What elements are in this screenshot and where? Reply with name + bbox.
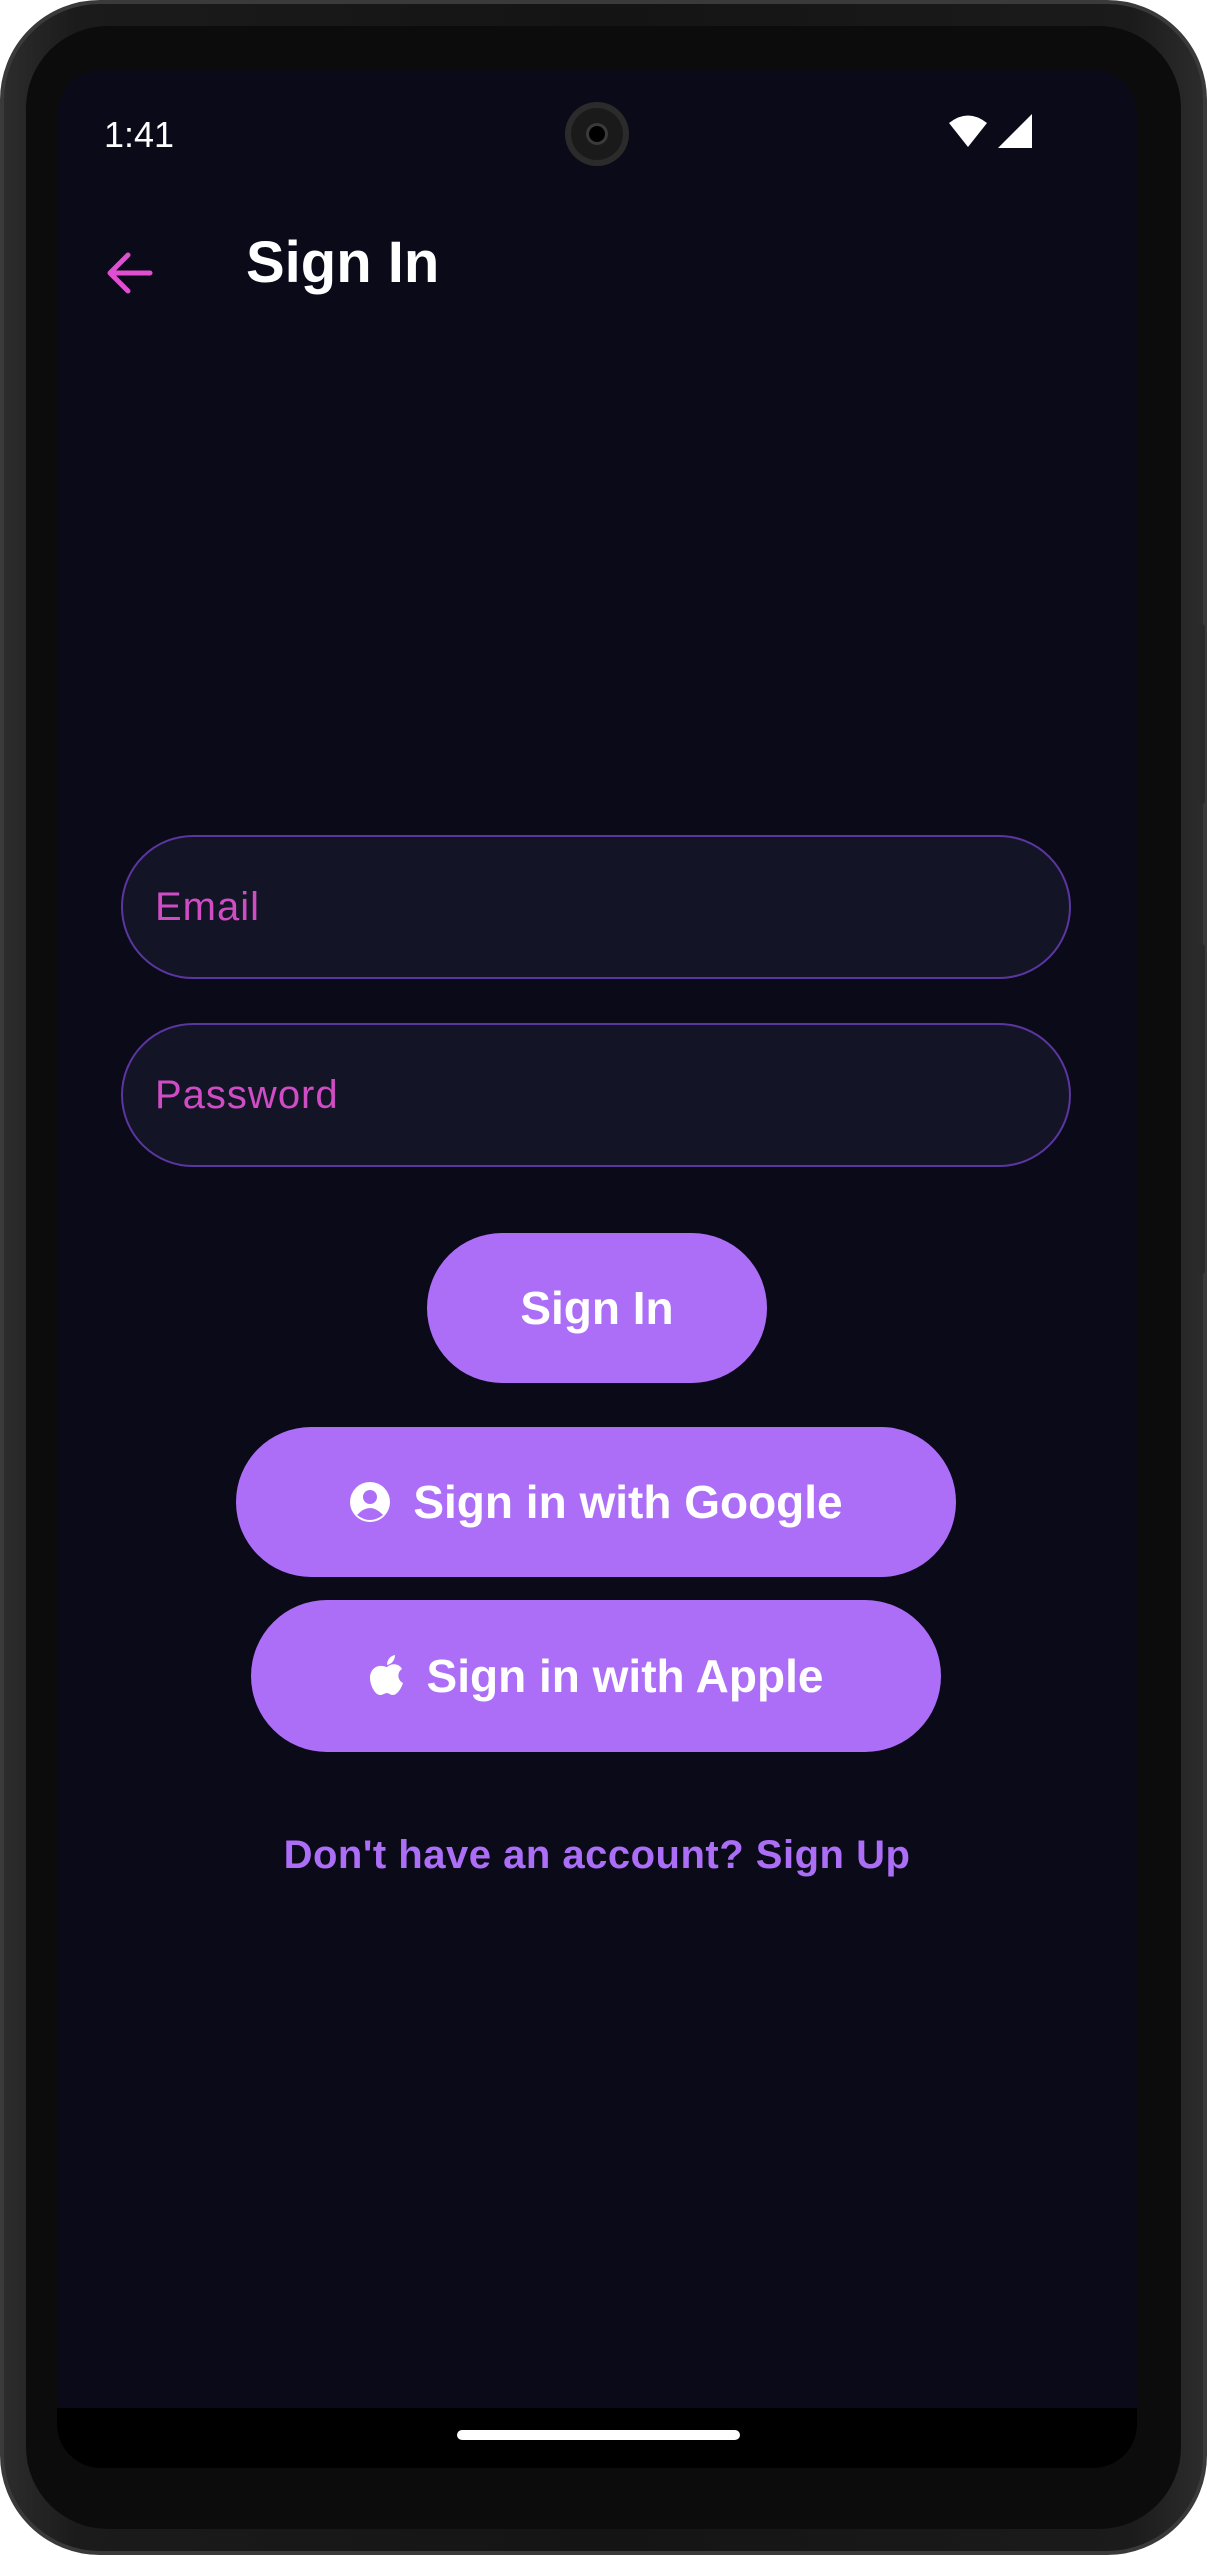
signal-icon xyxy=(998,113,1032,153)
account-circle-icon xyxy=(349,1481,391,1523)
back-button[interactable] xyxy=(94,240,164,310)
arrow-left-icon xyxy=(104,251,154,300)
google-sign-in-button[interactable]: Sign in with Google xyxy=(236,1427,956,1577)
sign-in-button-label: Sign In xyxy=(520,1282,674,1334)
apple-icon xyxy=(369,1655,405,1697)
wifi-icon xyxy=(948,114,988,153)
front-camera xyxy=(565,102,629,166)
password-field[interactable] xyxy=(123,1025,1069,1165)
sign-in-button[interactable]: Sign In xyxy=(427,1233,767,1383)
apple-sign-in-button[interactable]: Sign in with Apple xyxy=(251,1600,941,1752)
app-bar xyxy=(57,200,1137,350)
status-icons xyxy=(948,113,1032,153)
power-button xyxy=(1197,624,1205,804)
volume-button xyxy=(1197,944,1205,1274)
sign-up-link[interactable]: Don't have an account? Sign Up xyxy=(57,1833,1137,1878)
status-bar: 1:41 xyxy=(57,70,1137,200)
password-field-container xyxy=(121,1023,1071,1167)
navigation-bar xyxy=(57,2408,1137,2468)
google-sign-in-label: Sign in with Google xyxy=(413,1476,843,1528)
page-title: Sign In xyxy=(246,230,440,295)
home-indicator[interactable] xyxy=(457,2430,740,2440)
email-field[interactable] xyxy=(123,837,1069,977)
app-screen: 1:41 Sign In Email Sign In Sign in with … xyxy=(57,70,1137,2468)
apple-sign-in-label: Sign in with Apple xyxy=(426,1650,824,1702)
email-field-container xyxy=(121,835,1071,979)
status-time: 1:41 xyxy=(104,114,175,155)
